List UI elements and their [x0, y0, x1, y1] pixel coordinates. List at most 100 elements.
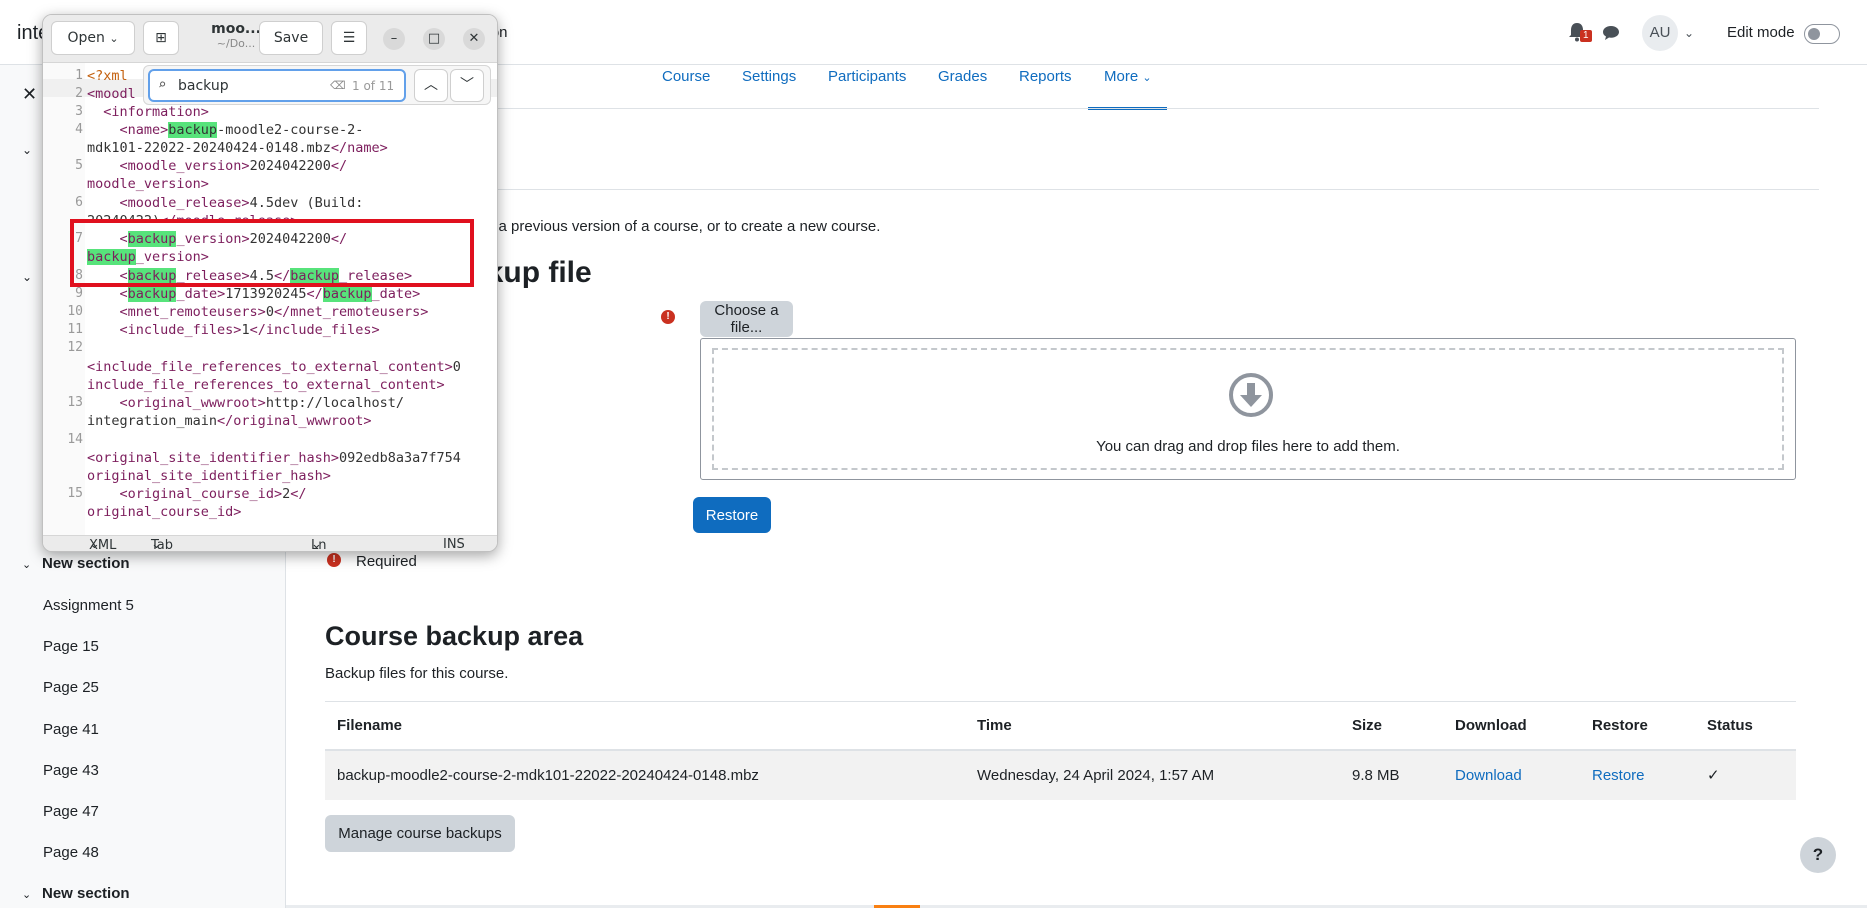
open-button[interactable]: Open ⌄: [51, 21, 135, 55]
line-number: 4: [75, 122, 83, 137]
code-line: mdk101-22022-20240424-0148.mbz</name>: [87, 140, 388, 156]
column-header-restore: Restore: [1580, 701, 1695, 751]
next-match-icon[interactable]: ﹀: [450, 69, 484, 102]
highlight-annotation-box: [70, 219, 474, 287]
editor-statusbar: XML ⌄ Tab Width: 8 ⌄ Ln 2, Col 9 ⌄ INS: [43, 535, 497, 551]
code-line: <backup_date>1713920245</backup_date>: [119, 286, 421, 302]
line-number: 2: [75, 86, 83, 101]
insert-mode[interactable]: INS: [443, 537, 465, 551]
manage-course-backups-button[interactable]: Manage course backups: [325, 815, 515, 852]
maximize-icon[interactable]: □: [423, 28, 445, 50]
drawer-section-new-section[interactable]: ⌄ New section: [22, 885, 130, 902]
help-icon[interactable]: ?: [1800, 837, 1836, 873]
line-number: 13: [67, 395, 83, 410]
backup-filename: backup-moodle2-course-2-mdk101-22022-202…: [325, 749, 965, 800]
cursor-position[interactable]: Ln 2, Col 9 ⌄: [311, 537, 326, 551]
tab-more[interactable]: More ⌄: [1104, 68, 1152, 85]
column-header-filename: Filename: [325, 701, 965, 751]
drawer-item-page-41[interactable]: Page 41: [43, 721, 99, 738]
save-button[interactable]: Save: [259, 21, 323, 55]
column-header-time: Time: [965, 701, 1340, 751]
drawer-item-page-47[interactable]: Page 47: [43, 803, 99, 820]
search-match-count: 1 of 11: [352, 79, 395, 93]
line-number: 9: [75, 286, 83, 301]
find-bar: ⌕ backup ⌫ 1 of 11 ︿ ﹀: [143, 65, 491, 105]
user-avatar[interactable]: AU: [1642, 15, 1678, 51]
minimize-icon[interactable]: –: [383, 28, 405, 50]
tab-settings[interactable]: Settings: [742, 68, 796, 85]
drawer-item-assignment-5[interactable]: Assignment 5: [43, 597, 134, 614]
code-line: <mnet_remoteusers>0</mnet_remoteusers>: [119, 304, 429, 320]
drawer-item-page-25[interactable]: Page 25: [43, 679, 99, 696]
drawer-item-page-48[interactable]: Page 48: [43, 844, 99, 861]
line-number: 5: [75, 158, 83, 173]
backup-size: 9.8 MB: [1340, 749, 1443, 800]
code-line: <moodle_version>2024042200</: [119, 158, 348, 174]
search-icon: ⌕: [158, 77, 167, 93]
code-line: <include_file_references_to_external_con…: [87, 359, 461, 375]
line-number: 14: [67, 432, 83, 447]
tab-width-selector[interactable]: Tab Width: 8 ⌄: [151, 537, 173, 551]
code-line: <moodle_release>4.5dev (Build:: [119, 195, 364, 211]
code-line: original_site_identifier_hash>: [87, 468, 331, 484]
clear-icon[interactable]: ⌫: [330, 79, 346, 92]
required-icon: !: [327, 553, 341, 567]
column-header-size: Size: [1340, 701, 1443, 751]
drawer-item-page-43[interactable]: Page 43: [43, 762, 99, 779]
language-selector[interactable]: XML ⌄: [89, 537, 116, 551]
previous-match-icon[interactable]: ︿: [414, 69, 448, 102]
line-number: 12: [67, 340, 83, 355]
code-line: <information>: [103, 104, 209, 120]
table-row: backup-moodle2-course-2-mdk101-22022-202…: [325, 749, 1796, 800]
code-line: <moodl: [87, 86, 136, 102]
restore-button[interactable]: Restore: [693, 497, 771, 533]
backup-files-table: Filename Time Size Download Restore Stat…: [325, 701, 1796, 800]
line-number: 1: [75, 68, 83, 83]
tab-course[interactable]: Course: [662, 68, 710, 85]
column-header-status: Status: [1695, 701, 1796, 751]
new-tab-icon[interactable]: ⊞: [143, 21, 179, 55]
backup-area-heading: Course backup area: [325, 621, 584, 651]
choose-file-button[interactable]: Choose a file...: [700, 301, 793, 337]
line-number: 6: [75, 195, 83, 210]
divider: [325, 108, 1819, 109]
edit-mode-label: Edit mode: [1727, 24, 1795, 41]
code-line: integration_main</original_wwwroot>: [87, 413, 372, 429]
chat-icon[interactable]: [1602, 25, 1620, 41]
edit-mode-toggle[interactable]: [1804, 24, 1840, 44]
chevron-down-icon: ⌄: [1142, 72, 1152, 84]
close-icon[interactable]: ✕: [463, 28, 485, 50]
line-number: 10: [67, 304, 83, 319]
code-line: include_file_references_to_external_cont…: [87, 377, 445, 393]
chevron-down-icon[interactable]: ⌄: [1684, 26, 1694, 40]
code-line: original_course_id>: [87, 504, 242, 520]
file-dropzone[interactable]: You can drag and drop files here to add …: [700, 338, 1796, 480]
search-input[interactable]: ⌕ backup ⌫ 1 of 11: [148, 69, 406, 102]
drawer-item-page-15[interactable]: Page 15: [43, 638, 99, 655]
download-link[interactable]: Download: [1455, 767, 1522, 784]
chevron-down-icon[interactable]: ⌄: [22, 888, 42, 901]
code-line: <original_site_identifier_hash>092edb8a3…: [87, 450, 461, 466]
tab-participants[interactable]: Participants: [828, 68, 906, 85]
divider: [325, 189, 1819, 190]
restore-link[interactable]: Restore: [1592, 767, 1645, 784]
hamburger-menu-icon[interactable]: ☰: [331, 21, 367, 55]
chevron-down-icon[interactable]: ⌄: [22, 270, 32, 284]
dropzone-text: You can drag and drop files here to add …: [1096, 438, 1400, 455]
chevron-down-icon[interactable]: ⌄: [22, 143, 32, 157]
close-icon[interactable]: ✕: [22, 84, 37, 105]
chevron-down-icon[interactable]: ⌄: [22, 558, 42, 571]
code-line: <original_course_id>2</: [119, 486, 307, 502]
required-legend: Required: [356, 553, 417, 570]
checkmark-icon: ✓: [1695, 749, 1796, 800]
editor-text-area[interactable]: 1 2 3 4 5 6 7 8 9 10 11 12 13 14 15 <?xm…: [43, 63, 497, 535]
chevron-down-icon: ⌄: [109, 32, 119, 45]
tab-reports[interactable]: Reports: [1019, 68, 1072, 85]
drawer-section-new-section[interactable]: ⌄ New section: [22, 555, 130, 572]
tab-grades[interactable]: Grades: [938, 68, 987, 85]
dropzone-area: You can drag and drop files here to add …: [712, 348, 1784, 470]
required-icon: !: [661, 310, 675, 324]
download-arrow-icon: [1229, 373, 1273, 417]
backup-area-subtitle: Backup files for this course.: [325, 665, 509, 682]
code-line: <?xml: [87, 68, 128, 84]
